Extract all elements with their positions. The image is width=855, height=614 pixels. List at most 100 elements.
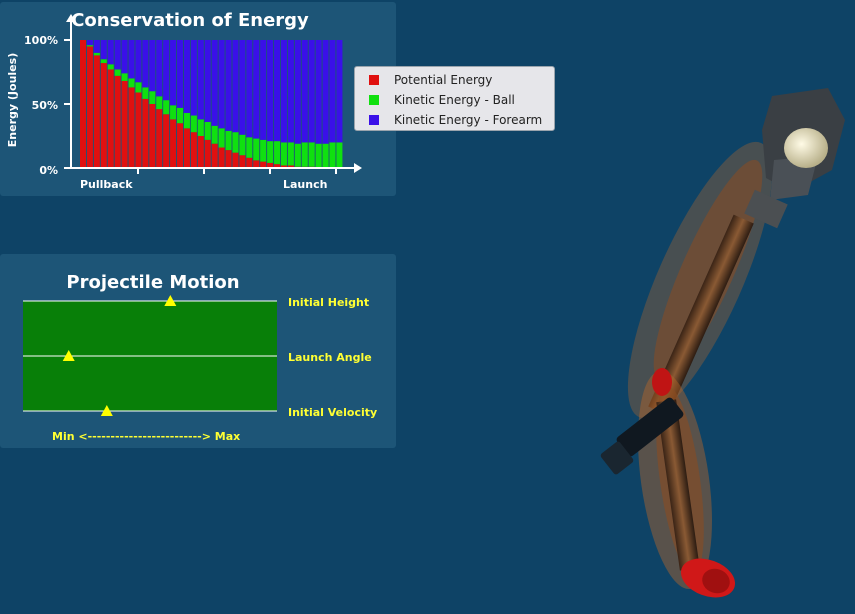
bar-3-series-0: [100, 63, 107, 168]
bar-14-series-0: [177, 123, 184, 168]
x-end-label: Launch: [283, 178, 328, 191]
bar-34-series-2: [315, 40, 322, 144]
bar-26-series-1: [260, 139, 267, 162]
bar-20-series-0: [218, 147, 225, 168]
bar-8-series-0: [135, 92, 142, 168]
bar-13-series-1: [170, 105, 177, 120]
bar-37-series-2: [336, 40, 343, 143]
bar-24-series-0: [246, 157, 253, 168]
bar-20-series-2: [218, 40, 225, 129]
bar-6-series-0: [121, 80, 128, 168]
bar-22-series-2: [232, 40, 239, 133]
arm-3d-view[interactable]: [560, 60, 855, 614]
y-tick-label-100: 100%: [24, 34, 58, 47]
bar-0-series-0: [80, 40, 86, 168]
bar-29-series-1: [280, 142, 287, 166]
legend-swatch-potential: [369, 75, 379, 85]
legend-label-kinetic-forearm: Kinetic Energy - Forearm: [394, 113, 543, 127]
bar-21-series-2: [225, 40, 232, 131]
y-tick-label-0: 0%: [39, 164, 58, 177]
bar-19-series-1: [211, 125, 218, 144]
bar-12-series-2: [163, 40, 170, 101]
bar-5-series-1: [114, 69, 121, 76]
bar-21-series-1: [225, 130, 232, 151]
bar-5-series-2: [114, 40, 121, 70]
bar-29-series-2: [280, 40, 287, 143]
energy-legend: Potential Energy Kinetic Energy - Ball K…: [354, 66, 555, 131]
bar-5-series-0: [114, 75, 121, 168]
x-start-label: Pullback: [80, 178, 133, 191]
bar-9-series-0: [142, 98, 149, 168]
energy-chart: Energy (Joules) 100% 50% 0%: [6, 14, 362, 177]
bar-15-series-0: [183, 128, 190, 168]
bar-27-series-2: [267, 40, 274, 142]
bar-23-series-1: [239, 134, 246, 156]
legend-swatch-kinetic-ball: [369, 95, 379, 105]
legend-swatch-kinetic-forearm: [369, 115, 379, 125]
bar-10-series-0: [149, 104, 156, 168]
bar-11-series-0: [156, 109, 163, 168]
y-tick-label-50: 50%: [32, 99, 58, 112]
bar-22-series-1: [232, 132, 239, 153]
bar-15-series-1: [183, 112, 190, 129]
bar-34-series-1: [315, 143, 322, 168]
bar-36-series-1: [329, 142, 336, 168]
bar-8-series-2: [135, 40, 142, 83]
bar-20-series-1: [218, 128, 225, 148]
bar-group: [80, 40, 343, 168]
bar-31-series-1: [294, 143, 301, 167]
bar-31-series-2: [294, 40, 301, 144]
bar-3-series-2: [100, 40, 107, 60]
initial-velocity-label: Initial Velocity: [288, 406, 378, 419]
bar-2-series-2: [93, 40, 100, 53]
legend-item-kinetic-forearm: Kinetic Energy - Forearm: [369, 112, 542, 128]
min-max-range-label: Min <-------------------------> Max: [52, 430, 241, 443]
bar-19-series-2: [211, 40, 218, 126]
bar-1-series-1: [86, 45, 93, 47]
forearm-model: [638, 370, 736, 598]
bar-7-series-0: [128, 87, 135, 168]
bar-9-series-2: [142, 40, 149, 88]
bar-25-series-2: [253, 40, 260, 139]
bar-26-series-2: [260, 40, 267, 140]
bar-13-series-2: [170, 40, 177, 106]
bar-9-series-1: [142, 87, 149, 99]
bar-22-series-0: [232, 152, 239, 168]
bar-10-series-2: [149, 40, 156, 92]
bar-16-series-1: [190, 115, 197, 133]
bar-16-series-0: [190, 132, 197, 168]
launch-angle-label: Launch Angle: [288, 351, 372, 364]
bar-30-series-1: [287, 142, 294, 166]
bar-2-series-1: [93, 52, 100, 56]
bar-4-series-2: [107, 40, 114, 65]
legend-item-kinetic-ball: Kinetic Energy - Ball: [369, 92, 515, 108]
legend-label-potential: Potential Energy: [394, 73, 493, 87]
bar-13-series-0: [170, 119, 177, 168]
bar-15-series-2: [183, 40, 190, 113]
bar-18-series-0: [204, 139, 211, 168]
bar-12-series-1: [163, 100, 170, 115]
bar-36-series-2: [329, 40, 336, 143]
bar-25-series-0: [253, 160, 260, 168]
bar-18-series-2: [204, 40, 211, 122]
bar-25-series-1: [253, 138, 260, 161]
bar-28-series-1: [274, 141, 281, 165]
bar-6-series-2: [121, 40, 128, 74]
bar-11-series-2: [156, 40, 163, 97]
bar-10-series-1: [149, 91, 156, 104]
legend-label-kinetic-ball: Kinetic Energy - Ball: [394, 93, 515, 107]
bar-23-series-0: [239, 155, 246, 168]
bar-1-series-2: [86, 40, 93, 46]
bar-6-series-1: [121, 73, 128, 81]
bar-8-series-1: [135, 82, 142, 93]
bar-7-series-1: [128, 78, 135, 88]
energy-chart-panel: Conservation of Energy Energy (Joules) 1…: [0, 2, 396, 196]
bar-27-series-1: [267, 141, 274, 163]
bar-32-series-1: [301, 142, 308, 167]
legend-item-potential: Potential Energy: [369, 72, 492, 88]
bar-32-series-2: [301, 40, 308, 143]
bar-14-series-2: [177, 40, 184, 108]
bar-17-series-1: [197, 119, 204, 136]
initial-height-label: Initial Height: [288, 296, 370, 309]
bar-35-series-1: [322, 143, 329, 168]
